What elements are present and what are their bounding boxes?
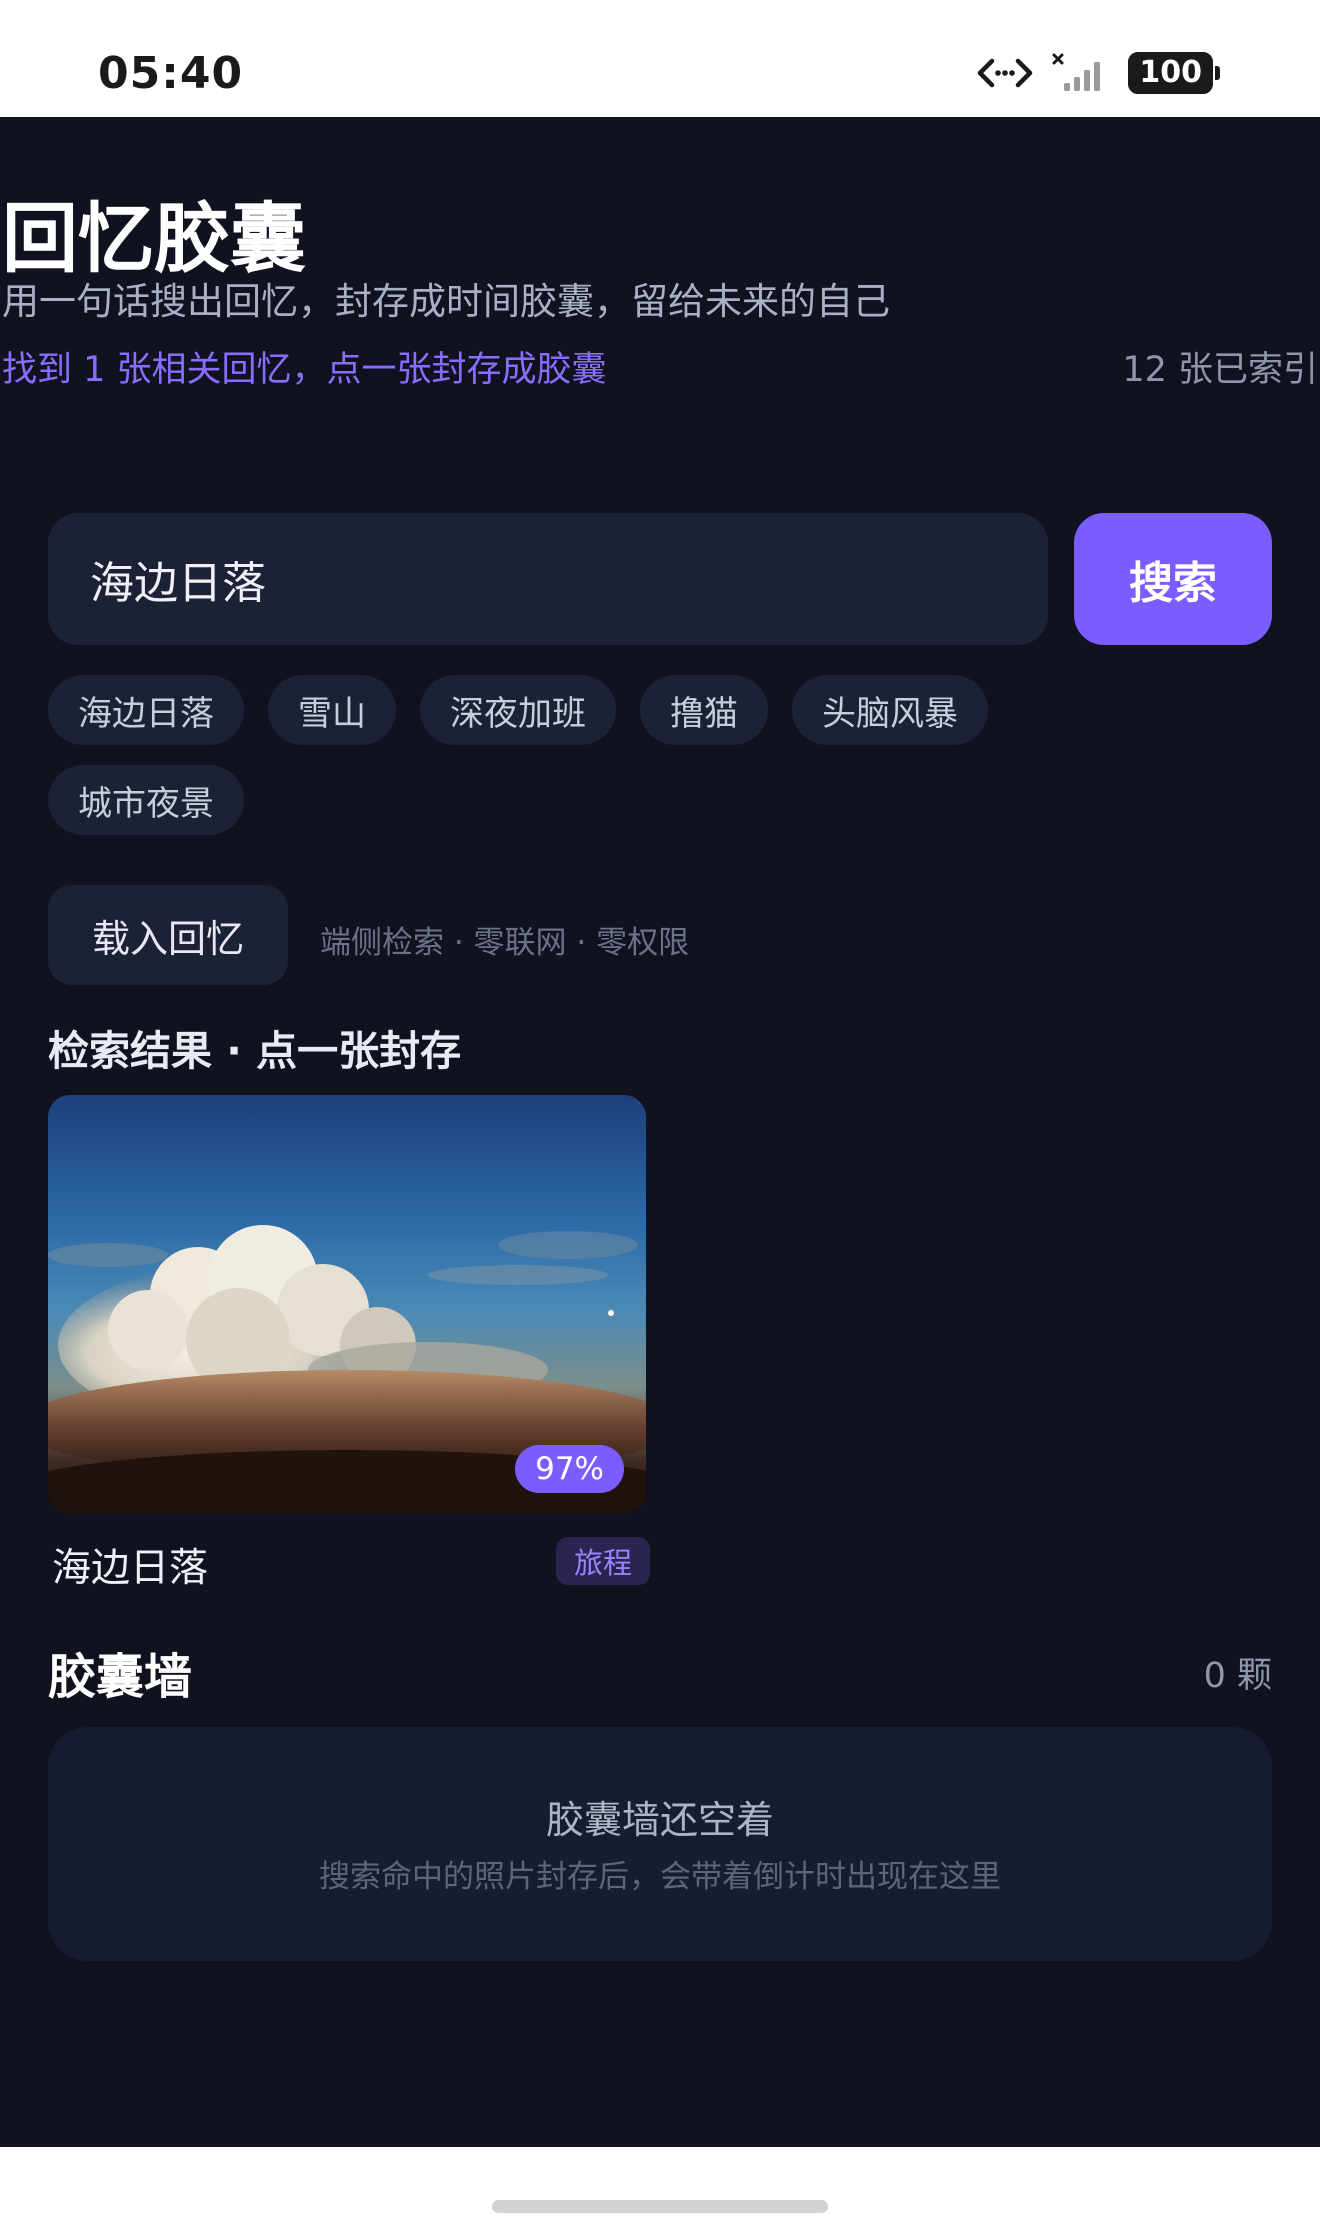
- chip-snow-mountain[interactable]: 雪山: [268, 675, 396, 745]
- no-signal-icon: [1052, 53, 1101, 91]
- status-bar: 05:40 100: [0, 0, 1320, 117]
- battery-icon: 100: [1128, 52, 1220, 94]
- status-time: 05:40: [98, 48, 244, 99]
- search-button[interactable]: 搜索: [1074, 513, 1272, 645]
- navigation-bar: [0, 2147, 1320, 2232]
- privacy-note: 端侧检索 · 零联网 · 零权限: [320, 925, 690, 961]
- load-memories-button[interactable]: 载入回忆: [48, 885, 288, 985]
- chip-brainstorm[interactable]: 头脑风暴: [792, 675, 988, 745]
- results-heading: 检索结果 · 点一张封存: [48, 1027, 462, 1075]
- chip-city-night[interactable]: 城市夜景: [48, 765, 244, 835]
- battery-level: 100: [1128, 52, 1213, 94]
- search-input[interactable]: [48, 513, 1048, 645]
- result-tag: 旅程: [555, 1537, 650, 1585]
- chip-pet-cat[interactable]: 撸猫: [640, 675, 768, 745]
- capsule-wall-count: 0 颗: [1203, 1656, 1272, 1696]
- app-screen: 回忆胶囊 用一句话搜出回忆，封存成时间胶囊，留给未来的自己 找到 1 张相关回忆…: [0, 117, 1320, 2147]
- result-card[interactable]: 97% 海边日落 旅程: [48, 1095, 650, 1591]
- home-indicator[interactable]: [492, 2200, 828, 2213]
- empty-state-description: 搜索命中的照片封存后，会带着倒计时出现在这里: [319, 1859, 1001, 1895]
- suggestion-chips: 海边日落 雪山 深夜加班 撸猫 头脑风暴 城市夜景: [48, 675, 1148, 835]
- chip-seaside-sunset[interactable]: 海边日落: [48, 675, 244, 745]
- status-icons: 100: [976, 52, 1220, 94]
- capsule-wall-empty-state: 胶囊墙还空着 搜索命中的照片封存后，会带着倒计时出现在这里: [48, 1727, 1272, 1961]
- result-title: 海边日落: [52, 1546, 209, 1591]
- data-transfer-icon: [978, 58, 1033, 88]
- page-subtitle: 用一句话搜出回忆，封存成时间胶囊，留给未来的自己: [2, 280, 890, 323]
- result-photo[interactable]: 97%: [48, 1095, 646, 1513]
- index-count: 12 张已索引: [1122, 350, 1318, 390]
- match-score-badge: 97%: [515, 1445, 624, 1493]
- battery-tip: [1215, 66, 1220, 80]
- empty-state-title: 胶囊墙还空着: [545, 1798, 774, 1842]
- chip-late-night-overtime[interactable]: 深夜加班: [420, 675, 616, 745]
- result-hint: 找到 1 张相关回忆，点一张封存成胶囊: [2, 350, 607, 390]
- capsule-wall-heading: 胶囊墙: [48, 1649, 193, 1705]
